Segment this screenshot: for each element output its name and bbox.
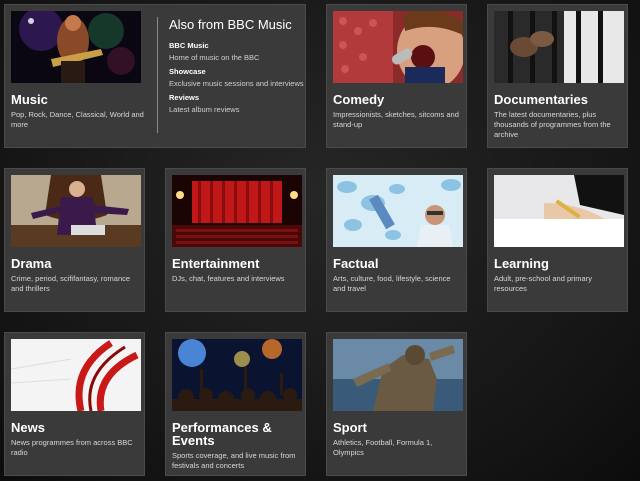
tile-description: DJs, chat, features and interviews bbox=[172, 274, 285, 283]
tile-title[interactable]: Music bbox=[11, 93, 48, 106]
tile-entertainment[interactable]: Entertainment DJs, chat, features and in… bbox=[165, 168, 306, 312]
tile-description: Adult, pre-school and primary resources bbox=[494, 274, 592, 293]
tile-documentaries[interactable]: Documentaries The latest documentaries, … bbox=[487, 4, 628, 148]
tile-title[interactable]: Factual bbox=[333, 257, 379, 270]
performances-thumbnail[interactable] bbox=[172, 339, 302, 411]
tile-title[interactable]: Learning bbox=[494, 257, 549, 270]
link-bbc-music[interactable]: BBC Music bbox=[169, 41, 309, 51]
link-reviews[interactable]: Reviews bbox=[169, 93, 309, 103]
tile-title[interactable]: News bbox=[11, 421, 45, 434]
music-thumbnail[interactable] bbox=[11, 11, 141, 83]
tile-news[interactable]: News News programmes from across BBC rad… bbox=[4, 332, 145, 476]
tile-title[interactable]: Entertainment bbox=[172, 257, 259, 270]
tile-title[interactable]: Drama bbox=[11, 257, 51, 270]
factual-thumbnail[interactable] bbox=[333, 175, 463, 247]
documentaries-thumbnail[interactable] bbox=[494, 11, 624, 83]
tile-description: Athletics, Football, Formula 1, Olympics bbox=[333, 438, 433, 457]
tile-sport[interactable]: Sport Athletics, Football, Formula 1, Ol… bbox=[326, 332, 467, 476]
sport-thumbnail[interactable] bbox=[333, 339, 463, 411]
tile-description: Pop, Rock, Dance, Classical, World and m… bbox=[11, 110, 144, 129]
link-showcase-desc: Exclusive music sessions and interviews bbox=[169, 79, 304, 88]
link-reviews-desc: Latest album reviews bbox=[169, 105, 240, 114]
link-showcase[interactable]: Showcase bbox=[169, 67, 309, 77]
tile-title[interactable]: Comedy bbox=[333, 93, 384, 106]
news-thumbnail[interactable] bbox=[11, 339, 141, 411]
tile-description: Crime, period, scififantasy, romance and… bbox=[11, 274, 131, 293]
also-from-heading: Also from BBC Music bbox=[169, 17, 292, 32]
learning-thumbnail[interactable] bbox=[494, 175, 624, 247]
tile-description: Arts, culture, food, lifestyle, science … bbox=[333, 274, 451, 293]
tile-description: News programmes from across BBC radio bbox=[11, 438, 133, 457]
tile-title[interactable]: Documentaries bbox=[494, 93, 588, 106]
also-from-panel: Also from BBC Music BBC Music Home of mu… bbox=[157, 17, 309, 133]
tile-title[interactable]: Sport bbox=[333, 421, 367, 434]
tile-description: The latest documentaries, plus thousands… bbox=[494, 110, 611, 139]
tile-drama[interactable]: Drama Crime, period, scififantasy, roman… bbox=[4, 168, 145, 312]
tile-title[interactable]: Performances & Events bbox=[172, 421, 292, 447]
drama-thumbnail[interactable] bbox=[11, 175, 141, 247]
tile-description: Impressionists, sketches, sitcoms and st… bbox=[333, 110, 459, 129]
tile-music[interactable]: Music Pop, Rock, Dance, Classical, World… bbox=[4, 4, 306, 148]
link-bbc-music-desc: Home of music on the BBC bbox=[169, 53, 260, 62]
tile-factual[interactable]: Factual Arts, culture, food, lifestyle, … bbox=[326, 168, 467, 312]
tile-comedy[interactable]: Comedy Impressionists, sketches, sitcoms… bbox=[326, 4, 467, 148]
tile-description: Sports coverage, and live music from fes… bbox=[172, 451, 296, 470]
tile-performances-events[interactable]: Performances & Events Sports coverage, a… bbox=[165, 332, 306, 476]
entertainment-thumbnail[interactable] bbox=[172, 175, 302, 247]
tile-learning[interactable]: Learning Adult, pre-school and primary r… bbox=[487, 168, 628, 312]
comedy-thumbnail[interactable] bbox=[333, 11, 463, 83]
